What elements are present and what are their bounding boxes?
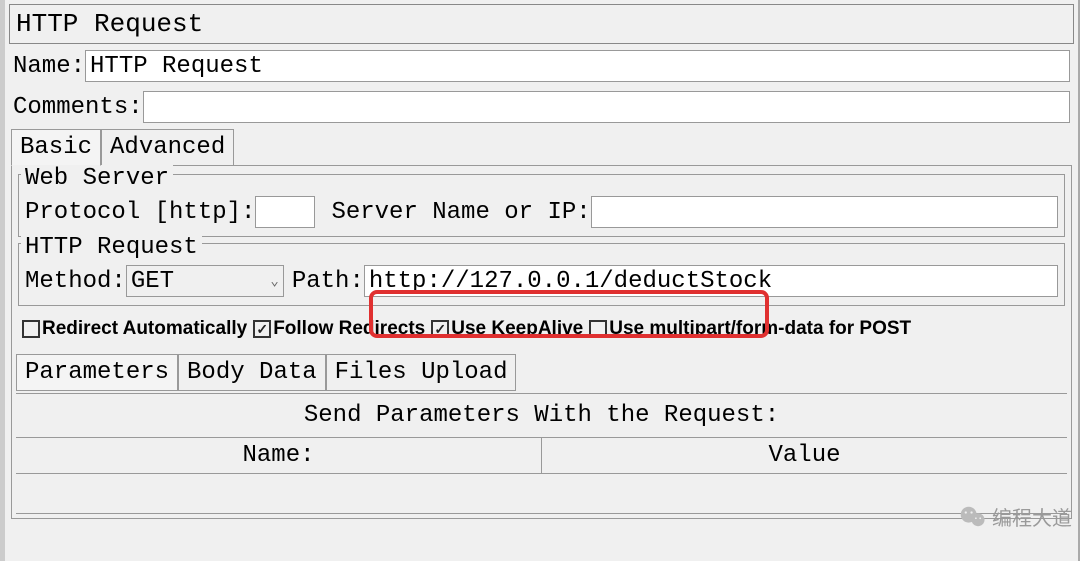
keepalive-option[interactable]: Use KeepAlive [431, 318, 583, 340]
panel-title: HTTP Request [9, 4, 1074, 44]
comments-label: Comments: [13, 94, 143, 121]
params-table-body[interactable] [16, 474, 1067, 514]
server-name-label: Server Name or IP: [331, 199, 590, 226]
follow-redirects-label: Follow Redirects [273, 318, 425, 340]
web-server-legend: Web Server [21, 165, 173, 192]
params-title: Send Parameters With the Request: [16, 393, 1067, 437]
http-request-fieldset: HTTP Request Method: GET ⌄ Path: [18, 243, 1065, 306]
params-table-header: Name: Value [16, 437, 1067, 474]
follow-redirects-option[interactable]: Follow Redirects [253, 318, 425, 340]
redirect-auto-label: Redirect Automatically [42, 318, 247, 340]
comments-input[interactable] [143, 91, 1070, 123]
http-request-legend: HTTP Request [21, 234, 202, 261]
tab-files-upload[interactable]: Files Upload [326, 354, 517, 391]
tab-body-data[interactable]: Body Data [178, 354, 326, 391]
tab-parameters[interactable]: Parameters [16, 354, 178, 391]
method-label: Method: [25, 268, 126, 295]
multipart-option[interactable]: Use multipart/form-data for POST [589, 318, 911, 340]
tab-content-basic: Web Server Protocol [http]: Server Name … [11, 165, 1072, 519]
comments-row: Comments: [9, 87, 1074, 127]
server-name-input[interactable] [591, 196, 1058, 228]
watermark: 编程大道 [960, 502, 1072, 531]
tab-advanced[interactable]: Advanced [101, 129, 234, 166]
redirect-auto-checkbox[interactable] [22, 320, 40, 338]
tab-basic[interactable]: Basic [11, 129, 101, 166]
redirect-auto-option[interactable]: Redirect Automatically [22, 318, 247, 340]
name-row: Name: [9, 46, 1074, 86]
web-server-fieldset: Web Server Protocol [http]: Server Name … [18, 174, 1065, 237]
col-header-value: Value [542, 438, 1067, 473]
wechat-icon [960, 506, 986, 528]
options-row: Redirect Automatically Follow Redirects … [16, 312, 1067, 350]
method-select[interactable]: GET ⌄ [126, 265, 284, 297]
watermark-text: 编程大道 [992, 502, 1072, 531]
name-input[interactable] [85, 50, 1070, 82]
name-label: Name: [13, 53, 85, 80]
multipart-checkbox[interactable] [589, 320, 607, 338]
follow-redirects-checkbox[interactable] [253, 320, 271, 338]
path-label: Path: [292, 268, 364, 295]
http-request-panel: HTTP Request Name: Comments: Basic Advan… [0, 0, 1080, 561]
protocol-label: Protocol [http]: [25, 199, 255, 226]
sub-tabs: Parameters Body Data Files Upload [16, 354, 1067, 391]
path-input[interactable] [364, 265, 1058, 297]
chevron-down-icon: ⌄ [270, 273, 278, 290]
keepalive-checkbox[interactable] [431, 320, 449, 338]
col-header-name: Name: [16, 438, 542, 473]
multipart-label: Use multipart/form-data for POST [609, 318, 911, 340]
main-tabs: Basic Advanced [11, 129, 1072, 166]
keepalive-label: Use KeepAlive [451, 318, 583, 340]
method-value: GET [131, 268, 271, 295]
protocol-input[interactable] [255, 196, 315, 228]
